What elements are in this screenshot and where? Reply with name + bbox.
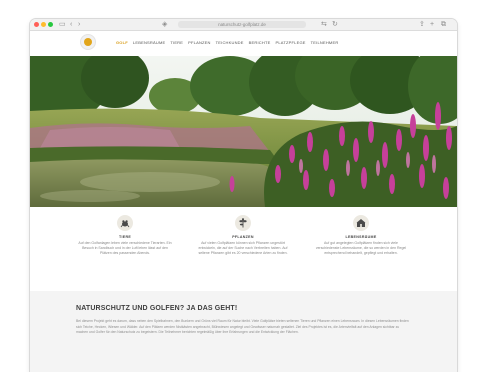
- feature-card-pflanzen: PFLANZEN Auf vielen Golfplätzen können s…: [188, 215, 298, 256]
- back-arrow-icon[interactable]: ‹: [70, 19, 72, 30]
- feature-title: LEBENSRÄUME: [345, 235, 377, 239]
- feature-text: Auf den Golfanlagen leben viele verschie…: [78, 241, 172, 255]
- nav-item-tiere[interactable]: TIERE: [170, 40, 183, 46]
- nav-item-teilnehmer[interactable]: TEILNEHMER: [311, 40, 339, 46]
- address-bar[interactable]: naturschutz-golfplatz.de: [178, 21, 306, 28]
- browser-window: ▭ ‹ › ◈ naturschutz-golfplatz.de ⇆ ↻ ⇪ +…: [30, 19, 457, 372]
- feature-text: Auf gut angelegten Golfplätzen finden si…: [315, 241, 407, 255]
- forward-arrow-icon[interactable]: ›: [78, 19, 80, 30]
- habitat-icon: [353, 215, 369, 231]
- browser-toolbar: ▭ ‹ › ◈ naturschutz-golfplatz.de ⇆ ↻ ⇪ +…: [30, 19, 457, 31]
- frog-icon: [117, 215, 133, 231]
- golf-nature-section: NATURSCHUTZ UND GOLFEN? JA DAS GEHT! Bei…: [30, 291, 457, 372]
- section-text: Bei diesem Projekt geht es darum, dass n…: [76, 319, 409, 335]
- nav-item-lebensraeume[interactable]: LEBENSRÄUME: [133, 40, 165, 46]
- nav-item-golf[interactable]: GOLF: [116, 40, 128, 46]
- hero-image: [30, 56, 457, 207]
- nav-item-berichte[interactable]: BERICHTE: [249, 40, 271, 46]
- minimize-window-button[interactable]: [41, 22, 46, 27]
- logo-emblem: [84, 38, 92, 46]
- features-section: TIERE Auf den Golfanlagen leben viele ve…: [30, 207, 457, 291]
- main-nav: GOLF LEBENSRÄUME TIERE PFLANZEN TEICHKUN…: [116, 40, 338, 46]
- nav-item-pflanzen[interactable]: PFLANZEN: [188, 40, 211, 46]
- reload-icon[interactable]: ↻: [332, 19, 338, 30]
- nav-item-platzpflege[interactable]: PLATZPFLEGE: [275, 40, 305, 46]
- feature-title: PFLANZEN: [232, 235, 254, 239]
- sidebar-toggle-icon[interactable]: ▭: [59, 19, 66, 30]
- pond-landscape-illustration: [30, 56, 457, 207]
- maximize-window-button[interactable]: [48, 22, 53, 27]
- feature-card-tiere: TIERE Auf den Golfanlagen leben viele ve…: [70, 215, 180, 256]
- share-icon[interactable]: ⇪: [419, 19, 425, 30]
- feature-text: Auf vielen Golfplätzen können sich Pflan…: [198, 241, 288, 255]
- plant-icon: [235, 215, 251, 231]
- section-heading: NATURSCHUTZ UND GOLFEN? JA DAS GEHT!: [76, 305, 238, 312]
- feature-card-lebensraeume: LEBENSRÄUME Auf gut angelegten Golfplätz…: [306, 215, 416, 256]
- translate-icon[interactable]: ⇆: [321, 19, 327, 30]
- feature-title: TIERE: [118, 235, 132, 239]
- close-window-button[interactable]: [34, 22, 39, 27]
- tab-overview-icon[interactable]: ⧉: [441, 19, 446, 30]
- new-tab-icon[interactable]: +: [430, 19, 434, 30]
- shield-icon[interactable]: ◈: [162, 19, 167, 30]
- nav-item-teichkunde[interactable]: TEICHKUNDE: [216, 40, 244, 46]
- site-logo[interactable]: [80, 34, 96, 50]
